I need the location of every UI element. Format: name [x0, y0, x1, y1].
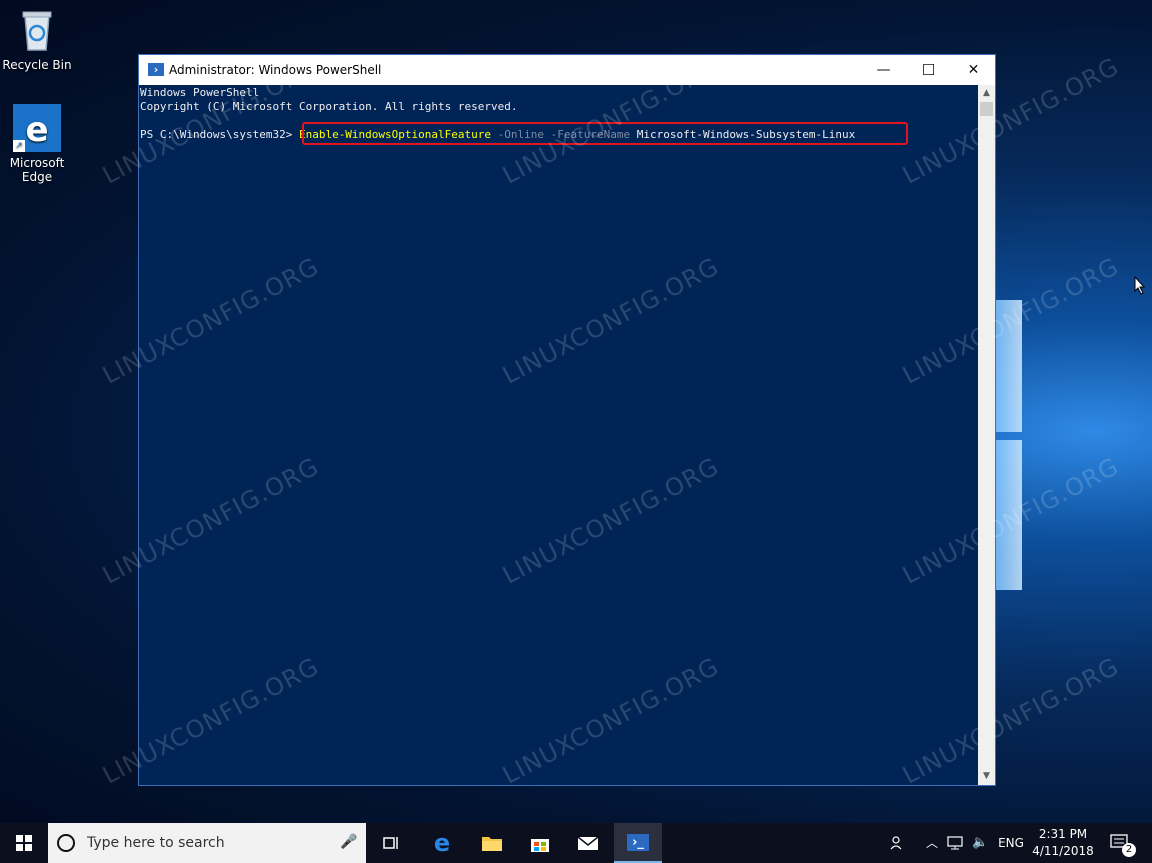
desktop-icon-label: Edge — [21, 170, 53, 184]
cortana-icon — [57, 834, 75, 852]
chevron-up-icon[interactable]: ︿ — [922, 823, 942, 863]
powershell-icon: ›_ — [627, 833, 649, 851]
windows-logo-icon — [16, 835, 32, 851]
command-highlight-box — [302, 122, 908, 145]
search-placeholder: Type here to search — [87, 835, 225, 851]
powershell-window[interactable]: › Administrator: Windows PowerShell — ☐ … — [138, 54, 996, 786]
start-button[interactable] — [0, 823, 48, 863]
desktop-icon-recycle-bin[interactable]: Recycle Bin — [0, 6, 74, 72]
console-line: Copyright (C) Microsoft Corporation. All… — [140, 100, 518, 113]
task-view-icon[interactable] — [370, 823, 414, 863]
vertical-scrollbar[interactable]: ▲ ▼ — [978, 85, 995, 785]
svg-text:e: e — [25, 110, 48, 150]
console-area[interactable]: Windows PowerShell Copyright (C) Microso… — [139, 85, 979, 785]
mouse-cursor-icon — [1134, 275, 1146, 299]
scroll-thumb[interactable] — [980, 102, 993, 116]
console-line: Windows PowerShell — [140, 86, 260, 99]
window-title: Administrator: Windows PowerShell — [169, 63, 382, 77]
people-icon[interactable] — [884, 823, 912, 863]
console-prompt: PS C:\Windows\system32> — [140, 128, 299, 141]
maximize-button[interactable]: ☐ — [906, 55, 951, 85]
clock[interactable]: 2:31 PM 4/11/2018 — [1030, 823, 1096, 863]
desktop-icon-label: Microsoft — [9, 156, 65, 170]
scroll-down-arrow-icon[interactable]: ▼ — [978, 768, 995, 785]
clock-date: 4/11/2018 — [1032, 844, 1094, 858]
language-indicator[interactable]: ENG — [996, 823, 1026, 863]
powershell-taskbar-button[interactable]: ›_ — [614, 823, 662, 863]
title-bar[interactable]: › Administrator: Windows PowerShell — ☐ … — [139, 55, 995, 85]
shortcut-arrow-icon: ↗ — [13, 140, 25, 152]
microphone-icon[interactable]: 🎤 — [340, 834, 357, 850]
action-center-button[interactable]: 2 — [1106, 823, 1140, 863]
powershell-icon: › — [148, 63, 164, 76]
volume-icon[interactable]: 🔈 — [972, 823, 992, 863]
search-box[interactable]: Type here to search 🎤 — [48, 823, 366, 863]
minimize-button[interactable]: — — [861, 55, 906, 85]
file-explorer-icon[interactable] — [468, 823, 516, 863]
wallpaper-pane-2 — [996, 440, 1022, 590]
taskbar: Type here to search 🎤 e ›_ ︿ 🔈 ENG 2:31 … — [0, 823, 1152, 863]
network-icon[interactable] — [946, 823, 966, 863]
edge-icon: e ↗ — [13, 104, 61, 152]
recycle-bin-icon — [13, 6, 61, 54]
mail-icon[interactable] — [564, 823, 612, 863]
edge-icon[interactable]: e — [418, 823, 466, 863]
notification-badge: 2 — [1122, 843, 1136, 857]
wallpaper-pane-1 — [996, 300, 1022, 432]
store-icon[interactable] — [516, 823, 564, 863]
desktop-icon-edge[interactable]: e ↗ Microsoft Edge — [0, 104, 74, 184]
clock-time: 2:31 PM — [1038, 827, 1088, 841]
close-button[interactable]: ✕ — [951, 55, 996, 85]
desktop-icon-label: Recycle Bin — [2, 58, 72, 72]
scroll-up-arrow-icon[interactable]: ▲ — [978, 85, 995, 102]
